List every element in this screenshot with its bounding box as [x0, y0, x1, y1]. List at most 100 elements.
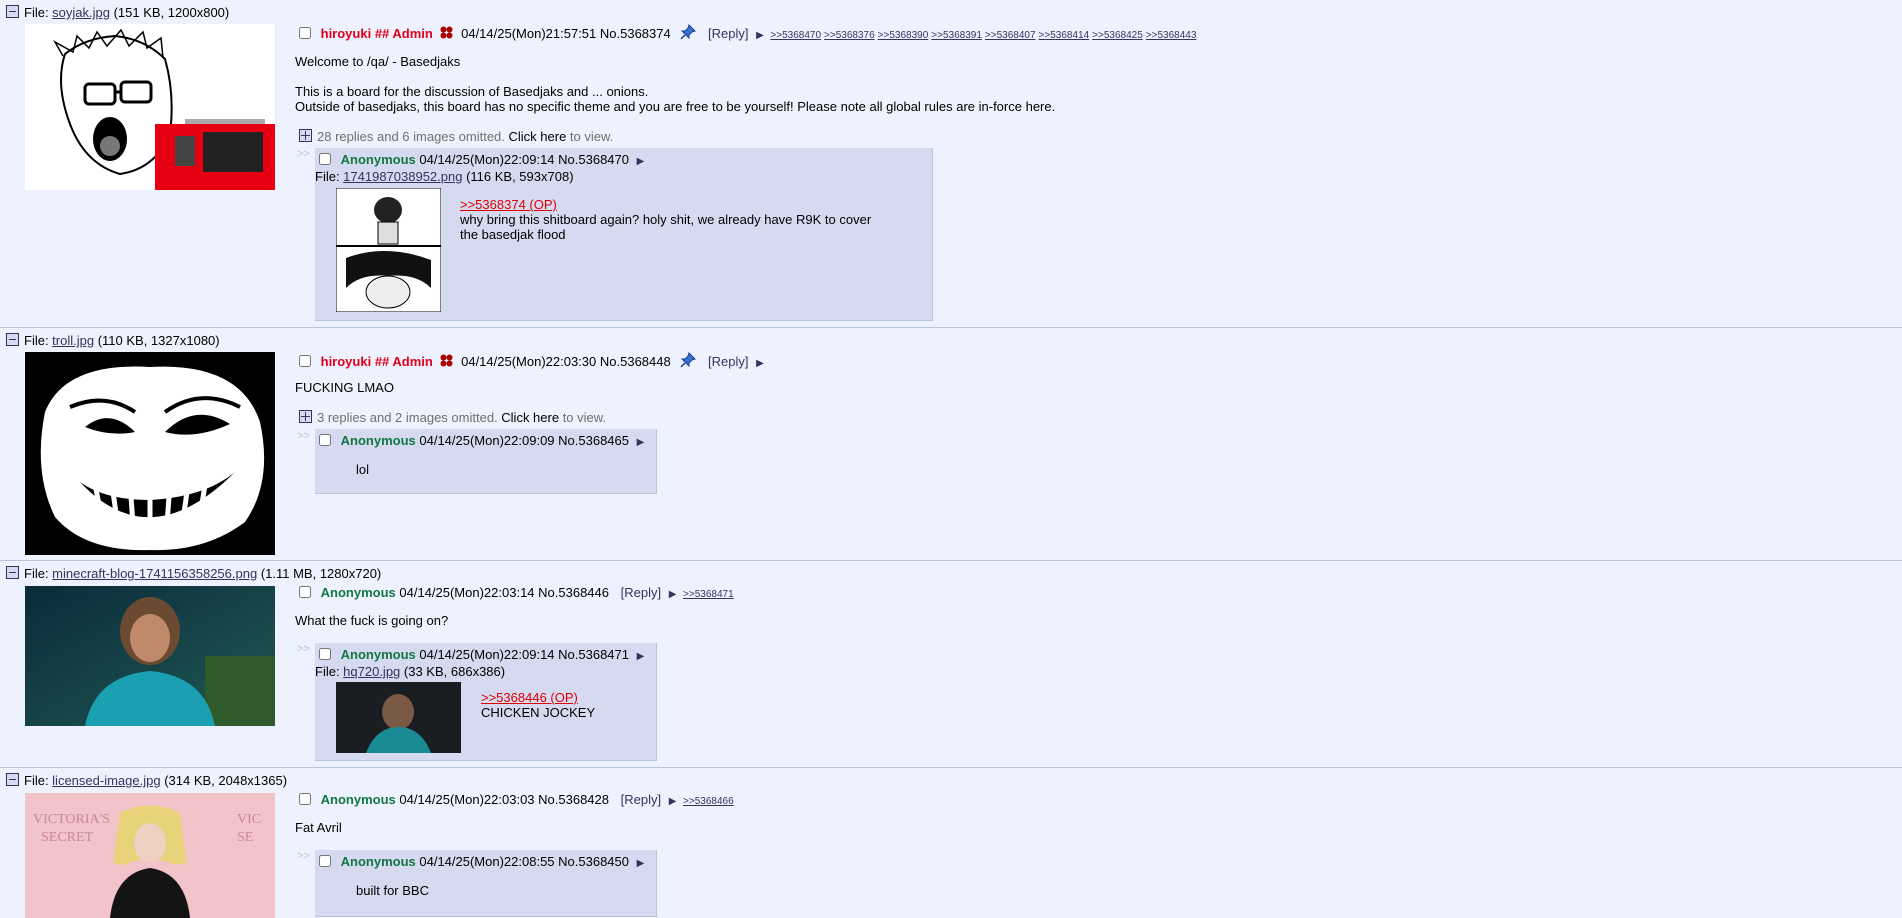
quote-link[interactable]: >>5368446 (OP): [481, 690, 595, 705]
op-thumbnail[interactable]: VICTORIA'S SECRET VIC SE: [25, 793, 275, 918]
expand-thread-icon[interactable]: [299, 410, 312, 423]
reply-post: Anonymous 04/14/25(Mon)22:09:14 No.53684…: [315, 643, 657, 761]
post-date: 04/14/25(Mon)22:09:09: [419, 433, 555, 448]
file-meta: (314 KB, 2048x1365): [160, 773, 288, 788]
backlink[interactable]: >>5368414: [1039, 30, 1090, 41]
poster-name: Anonymous: [340, 647, 416, 662]
op-header: hiroyuki ## Admin 04/14/25(Mon)22:03:30 …: [299, 352, 764, 371]
message-line: FUCKING LMAO: [295, 380, 394, 395]
expand-thread-link[interactable]: Click here: [501, 410, 559, 425]
reply-button[interactable]: [Reply]: [621, 585, 661, 600]
backlink[interactable]: >>5368390: [878, 30, 929, 41]
backlinks: >>5368471: [680, 589, 734, 600]
post-checkbox[interactable]: [299, 793, 311, 805]
reply-message: built for BBC: [356, 883, 429, 898]
omitted-text-end: to view.: [559, 410, 607, 425]
post-menu-arrow-icon[interactable]: ▶: [637, 156, 645, 167]
post-menu-arrow-icon[interactable]: ▶: [669, 796, 677, 807]
hide-thread-icon[interactable]: [6, 5, 19, 18]
thumb-watermark-text: VIC: [237, 812, 261, 827]
poster-name: hiroyuki: [320, 26, 372, 41]
reply-thumbnail[interactable]: [335, 187, 442, 313]
post-number[interactable]: No.5368374: [600, 26, 671, 41]
reply-side-arrows: >>: [297, 850, 310, 862]
message-line: the basedjak flood: [460, 227, 566, 242]
backlink[interactable]: >>5368407: [985, 30, 1036, 41]
post-date: 04/14/25(Mon)22:03:14: [399, 585, 535, 600]
post-number[interactable]: No.5368471: [558, 647, 629, 662]
post-checkbox[interactable]: [319, 855, 331, 867]
expand-thread-icon[interactable]: [299, 129, 312, 142]
backlink[interactable]: >>5368391: [931, 30, 982, 41]
post-number[interactable]: No.5368450: [558, 854, 629, 869]
backlink[interactable]: >>5368443: [1146, 30, 1197, 41]
reply-thumbnail[interactable]: [336, 682, 461, 753]
file-link[interactable]: 1741987038952.png: [343, 169, 462, 184]
omitted-text: 3 replies and 2 images omitted.: [317, 410, 502, 425]
post-checkbox[interactable]: [319, 153, 331, 165]
file-link[interactable]: minecraft-blog-1741156358256.png: [52, 566, 257, 581]
post-menu-arrow-icon[interactable]: ▶: [756, 30, 764, 41]
reply-message: >>5368374 (OP) why bring this shitboard …: [460, 197, 871, 242]
file-meta: (33 KB, 686x386): [400, 664, 506, 679]
post-number[interactable]: No.5368428: [538, 792, 609, 807]
post-menu-arrow-icon[interactable]: ▶: [637, 437, 645, 448]
post-checkbox[interactable]: [319, 648, 331, 660]
post-date: 04/14/25(Mon)22:08:55: [419, 854, 555, 869]
post-checkbox[interactable]: [319, 434, 331, 446]
backlink[interactable]: >>5368466: [683, 796, 734, 807]
backlink[interactable]: >>5368470: [770, 30, 821, 41]
post-number[interactable]: No.5368465: [558, 433, 629, 448]
op-thumbnail[interactable]: [25, 352, 275, 555]
post-checkbox[interactable]: [299, 586, 311, 598]
quote-link[interactable]: >>5368374 (OP): [460, 197, 871, 212]
thumb-watermark-text: VICTORIA'S: [33, 812, 110, 827]
post-menu-arrow-icon[interactable]: ▶: [637, 858, 645, 869]
reply-post: Anonymous 04/14/25(Mon)22:09:09 No.53684…: [315, 429, 657, 494]
file-label: File:: [315, 169, 344, 184]
reply-button[interactable]: [Reply]: [708, 26, 748, 41]
op-file-info: File: minecraft-blog-1741156358256.png (…: [6, 566, 381, 581]
soyjak-image: [25, 24, 275, 190]
backlinks: >>5368470 >>5368376 >>5368390 >>5368391 >>53…: [767, 30, 1196, 41]
message-line: Outside of basedjaks, this board has no …: [295, 99, 1056, 114]
reply-file-info: File: 1741987038952.png (116 KB, 593x708…: [315, 169, 574, 184]
reply-post: Anonymous 04/14/25(Mon)22:09:14 No.53684…: [315, 148, 933, 321]
omitted-summary: 3 replies and 2 images omitted. Click he…: [299, 410, 606, 425]
op-thumbnail[interactable]: [25, 586, 275, 726]
post-checkbox[interactable]: [299, 27, 311, 39]
file-link[interactable]: licensed-image.jpg: [52, 773, 160, 788]
post-number[interactable]: No.5368446: [538, 585, 609, 600]
reply-button[interactable]: [Reply]: [621, 792, 661, 807]
post-menu-arrow-icon[interactable]: ▶: [669, 589, 677, 600]
message-line: built for BBC: [356, 883, 429, 898]
hide-thread-icon[interactable]: [6, 773, 19, 786]
backlink[interactable]: >>5368471: [683, 589, 734, 600]
thumb-watermark-text: SE: [237, 830, 253, 845]
file-label: File:: [24, 566, 53, 581]
photo-woman-image: VICTORIA'S SECRET VIC SE: [25, 793, 275, 918]
reply-file-info: File: hq720.jpg (33 KB, 686x386): [315, 664, 505, 679]
file-link[interactable]: soyjak.jpg: [52, 5, 110, 20]
file-link[interactable]: troll.jpg: [52, 333, 94, 348]
expand-thread-link[interactable]: Click here: [509, 129, 567, 144]
file-label: File:: [24, 333, 53, 348]
hide-thread-icon[interactable]: [6, 566, 19, 579]
backlink[interactable]: >>5368425: [1092, 30, 1143, 41]
admin-icon: [440, 354, 453, 370]
op-header: hiroyuki ## Admin 04/14/25(Mon)21:57:51 …: [299, 24, 1196, 43]
post-number[interactable]: No.5368470: [558, 152, 629, 167]
backlink[interactable]: >>5368376: [824, 30, 875, 41]
post-checkbox[interactable]: [299, 355, 311, 367]
op-thumbnail[interactable]: [25, 24, 275, 190]
message-line: This is a board for the discussion of Ba…: [295, 84, 649, 99]
reply-side-arrows: >>: [297, 148, 310, 160]
file-link[interactable]: hq720.jpg: [343, 664, 400, 679]
op-message: FUCKING LMAO: [295, 380, 394, 395]
hide-thread-icon[interactable]: [6, 333, 19, 346]
post-menu-arrow-icon[interactable]: ▶: [756, 358, 764, 369]
post-date: 04/14/25(Mon)22:03:03: [399, 792, 535, 807]
post-number[interactable]: No.5368448: [600, 354, 671, 369]
reply-button[interactable]: [Reply]: [708, 354, 748, 369]
post-menu-arrow-icon[interactable]: ▶: [637, 651, 645, 662]
